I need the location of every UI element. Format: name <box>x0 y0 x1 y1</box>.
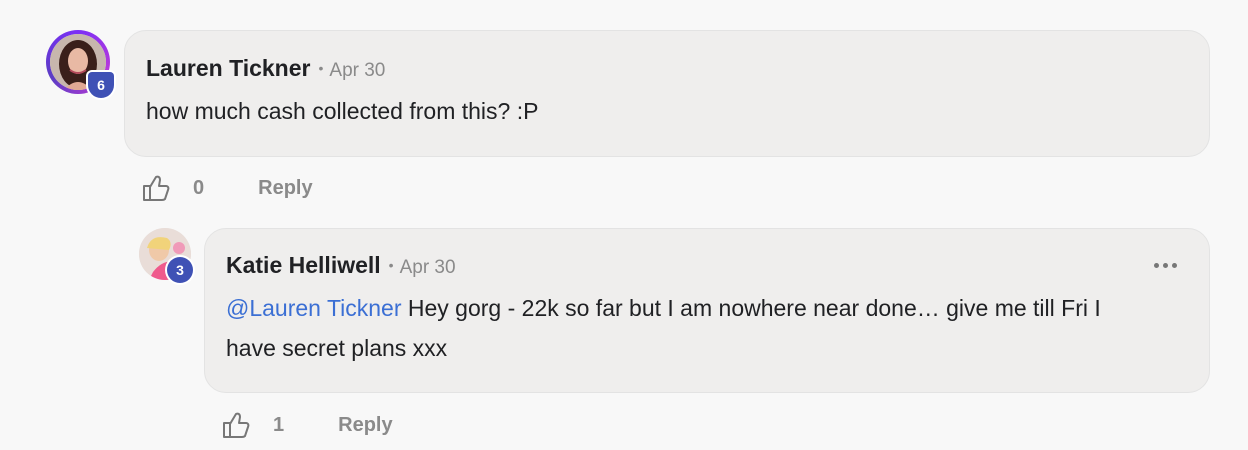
timestamp[interactable]: Apr 30 <box>400 257 456 279</box>
comment-actions: 0 Reply <box>141 173 313 203</box>
thumbs-up-icon[interactable] <box>221 410 251 440</box>
more-horizontal-icon[interactable] <box>1154 263 1177 268</box>
separator: • <box>318 60 324 76</box>
comment-actions: 1 Reply <box>221 410 393 440</box>
like-count: 0 <box>193 176 205 199</box>
comment-header: Katie Helliwell • Apr 30 <box>226 252 456 279</box>
author-name[interactable]: Katie Helliwell <box>226 252 381 279</box>
author-name[interactable]: Lauren Tickner <box>146 55 310 82</box>
comment-text-line2: have secret plans xxx <box>226 335 448 361</box>
comment-text: @Lauren Tickner Hey gorg - 22k so far bu… <box>226 288 1101 368</box>
timestamp[interactable]: Apr 30 <box>329 60 385 82</box>
like-count: 1 <box>273 413 285 436</box>
level-badge: 6 <box>88 72 114 98</box>
comment-text-line1: Hey gorg - 22k so far but I am nowhere n… <box>401 295 1101 321</box>
comment-text: how much cash collected from this? :P <box>146 98 539 124</box>
separator: • <box>388 257 394 273</box>
thumbs-up-icon[interactable] <box>141 173 171 203</box>
level-badge: 3 <box>167 257 193 283</box>
reply-button[interactable]: Reply <box>258 177 312 200</box>
reply-button[interactable]: Reply <box>338 414 392 437</box>
user-mention[interactable]: @Lauren Tickner <box>226 295 402 321</box>
comment-header: Lauren Tickner • Apr 30 <box>146 55 385 82</box>
